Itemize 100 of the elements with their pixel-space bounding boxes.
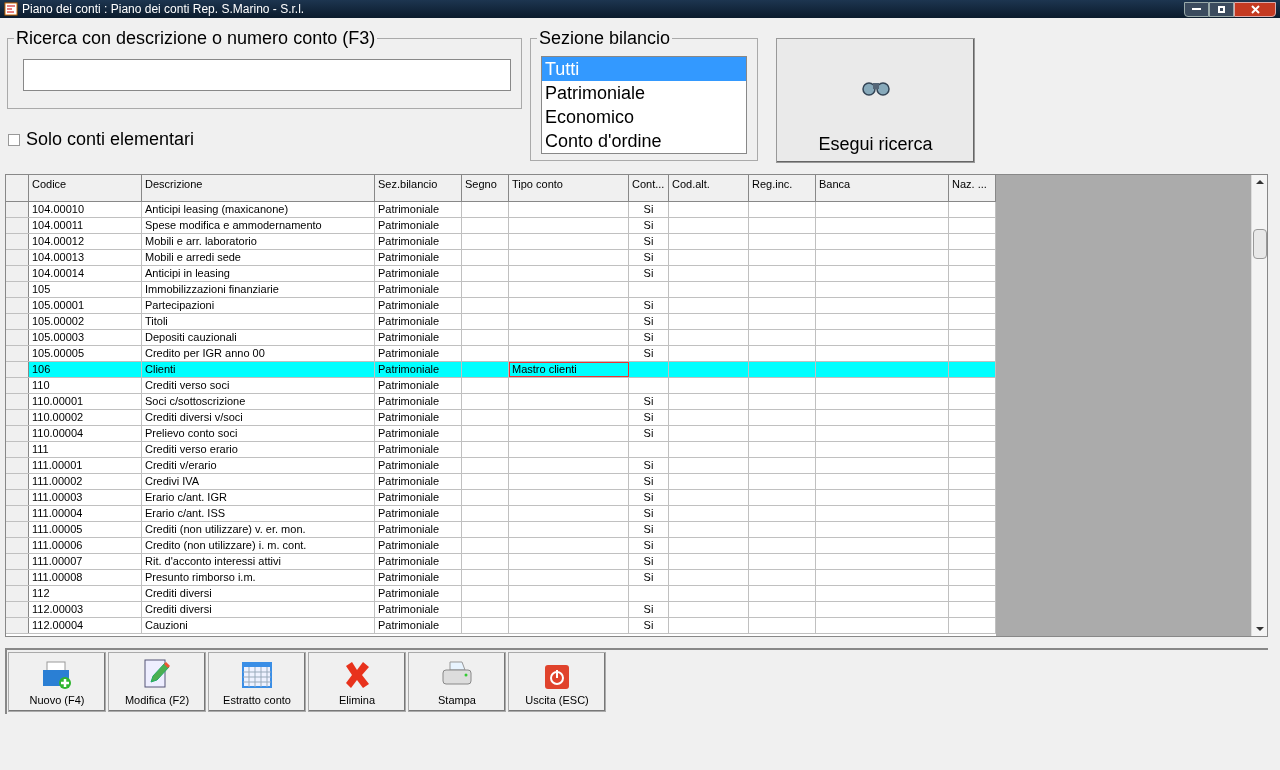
column-header[interactable]: Tipo conto [509,175,629,201]
row-header[interactable] [6,362,29,377]
scroll-thumb[interactable] [1252,229,1267,259]
table-cell: Credito per IGR anno 00 [142,346,375,361]
row-header[interactable] [6,458,29,473]
row-header[interactable] [6,218,29,233]
row-header[interactable] [6,330,29,345]
table-cell: 111.00007 [29,554,142,569]
column-header[interactable]: Cod.alt. [669,175,749,201]
app-icon [4,2,18,16]
table-cell: Si [629,474,669,489]
row-header[interactable] [6,442,29,457]
table-cell: Patrimoniale [375,586,462,601]
table-cell: Patrimoniale [375,522,462,537]
table-cell: Patrimoniale [375,458,462,473]
row-header[interactable] [6,506,29,521]
table-cell: Crediti diversi [142,586,375,601]
table-cell: Spese modifica e ammodernamento [142,218,375,233]
table-cell: Si [629,234,669,249]
row-header[interactable] [6,394,29,409]
table-cell: Si [629,202,669,217]
table-cell: Patrimoniale [375,266,462,281]
table-cell: Patrimoniale [375,426,462,441]
row-header[interactable] [6,618,29,633]
table-cell: Patrimoniale [375,490,462,505]
list-item[interactable]: Conto d'ordine [542,129,746,153]
restore-button[interactable] [1209,1,1234,17]
row-header[interactable] [6,234,29,249]
column-header[interactable]: Codice [29,175,142,201]
table-cell: 105.00003 [29,330,142,345]
row-header[interactable] [6,554,29,569]
minimize-button[interactable] [1184,1,1209,17]
table-cell: Patrimoniale [375,410,462,425]
table-cell: Si [629,506,669,521]
list-item[interactable]: Economico [542,105,746,129]
document-pencil-icon [143,657,171,690]
table-cell: Si [629,330,669,345]
table-cell: Depositi cauzionali [142,330,375,345]
row-header[interactable] [6,570,29,585]
row-header[interactable] [6,538,29,553]
table-cell: Si [629,410,669,425]
row-header[interactable] [6,266,29,281]
table-cell: 104.00010 [29,202,142,217]
row-header[interactable] [6,378,29,393]
calendar-icon [241,659,273,690]
toolbar-button[interactable]: Stampa [408,652,506,712]
table-cell: 105.00002 [29,314,142,329]
row-header[interactable] [6,426,29,441]
table-cell: Patrimoniale [375,602,462,617]
row-header[interactable] [6,250,29,265]
row-header[interactable] [6,202,29,217]
row-header[interactable] [6,346,29,361]
table-cell: 111.00003 [29,490,142,505]
table-cell: Soci c/sottoscrizione [142,394,375,409]
table-cell: Rit. d'acconto interessi attivi [142,554,375,569]
column-header[interactable]: Cont... [629,175,669,201]
table-cell: 105.00001 [29,298,142,313]
window-title: Piano dei conti : Piano dei conti Rep. S.Marino - S.r.l. [22,1,305,18]
column-header[interactable]: Sez.bilancio [375,175,462,201]
row-header[interactable] [6,490,29,505]
table-cell: Crediti verso soci [142,378,375,393]
toolbar-button[interactable]: Elimina [308,652,406,712]
toolbar-button[interactable]: Modifica (F2) [108,652,206,712]
table-cell: 110.00004 [29,426,142,441]
table-cell: Si [629,298,669,313]
table-cell: Patrimoniale [375,618,462,633]
search-field[interactable] [23,59,511,91]
row-header[interactable] [6,298,29,313]
column-header[interactable]: Segno [462,175,509,201]
scroll-up-icon [1255,180,1264,184]
toolbar-button[interactable]: Estratto conto [208,652,306,712]
table-cell: Si [629,570,669,585]
row-header[interactable] [6,410,29,425]
table-cell: 110 [29,378,142,393]
close-button[interactable] [1234,1,1276,17]
scrollbar[interactable] [1251,175,1267,636]
search-button[interactable]: Esegui ricerca [776,38,975,163]
row-header[interactable] [6,282,29,297]
column-header[interactable]: Descrizione [142,175,375,201]
row-header[interactable] [6,522,29,537]
row-header[interactable] [6,602,29,617]
row-header[interactable] [6,474,29,489]
column-header[interactable]: Reg.inc. [749,175,816,201]
table-cell: Si [629,554,669,569]
checkbox[interactable] [8,133,20,146]
table-cell: Si [629,602,669,617]
table-cell: 111.00005 [29,522,142,537]
table-cell: Patrimoniale [375,474,462,489]
table-cell: 104.00013 [29,250,142,265]
table-cell: Patrimoniale [375,442,462,457]
toolbar-button[interactable]: Uscita (ESC) [508,652,606,712]
row-header[interactable] [6,314,29,329]
list-item[interactable]: Patrimoniale [542,81,746,105]
table-cell: Patrimoniale [375,506,462,521]
column-header[interactable]: Banca [816,175,949,201]
row-header[interactable] [6,586,29,601]
toolbar-button[interactable]: Nuovo (F4) [8,652,106,712]
table-cell: Si [629,218,669,233]
power-icon [544,663,570,690]
table-cell: 110.00002 [29,410,142,425]
